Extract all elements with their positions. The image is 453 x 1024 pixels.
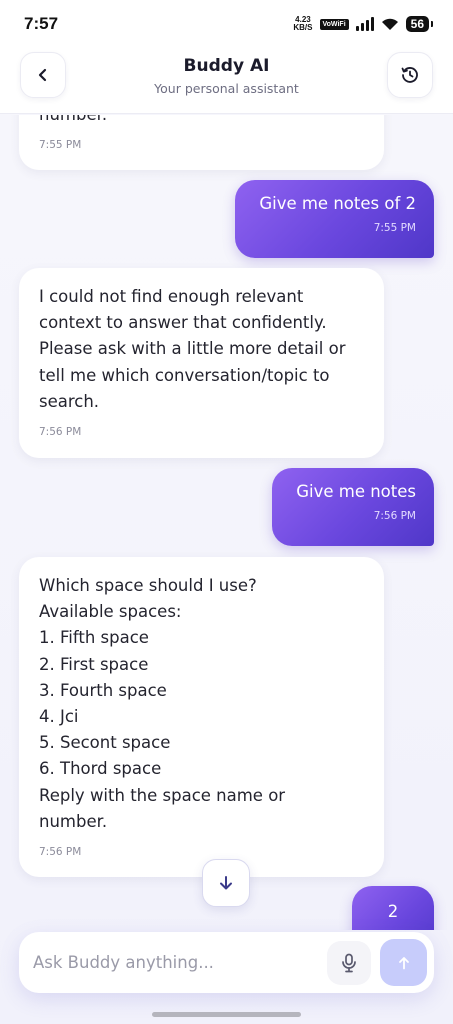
- message-time: 7:55 PM: [39, 139, 82, 152]
- message-text-line: Give me notes of 2: [259, 194, 416, 213]
- message-text-line: 2. First space: [39, 654, 149, 674]
- history-button[interactable]: [387, 52, 433, 98]
- message-text-line: number.: [39, 115, 364, 128]
- assistant-message: Which space should I use? Available spac…: [19, 557, 384, 877]
- message-text-line: I could not find enough relevant: [39, 287, 304, 306]
- battery-icon: 56: [405, 16, 434, 32]
- message-text-line: 2: [387, 902, 399, 921]
- message-text-line: Please ask with a little more detail or: [39, 339, 346, 359]
- message-text-line: Which space should I use?: [39, 576, 257, 595]
- page-title: Buddy AI: [183, 56, 270, 76]
- message-text-line: 5. Secont space: [39, 733, 171, 753]
- message-list[interactable]: number. 7:55 PM Give me notes of 2 7:55 …: [0, 115, 453, 930]
- message-text-line: Give me notes: [296, 482, 416, 501]
- network-speed-unit: KB/S: [293, 23, 313, 32]
- assistant-message: number. 7:55 PM: [19, 115, 384, 170]
- message-text-line: Available spaces:: [39, 602, 182, 622]
- assistant-message: I could not find enough relevant context…: [19, 268, 384, 458]
- message-text-line: tell me which conversation/topic to: [39, 365, 330, 385]
- message-composer: [19, 932, 434, 993]
- message-text-line: 3. Fourth space: [39, 680, 167, 700]
- home-indicator[interactable]: [152, 1012, 301, 1017]
- wifi-icon: [381, 18, 398, 30]
- status-time: 7:57: [24, 14, 59, 33]
- microphone-icon: [342, 953, 356, 973]
- message-text-line: 6. Thord space: [39, 759, 162, 779]
- message-time: 7:55 PM: [373, 222, 416, 234]
- message-text-line: 1. Fifth space: [39, 628, 149, 648]
- cellular-signal-icon: [355, 17, 374, 31]
- network-speed: 4.23 KB/S: [293, 16, 312, 32]
- vowifi-badge: VoWiFi: [319, 18, 349, 30]
- message-text-line: search.: [39, 391, 100, 411]
- message-time: 7:56 PM: [39, 426, 82, 439]
- history-clock-icon: [401, 67, 418, 83]
- message-text-line: Reply with the space name or: [39, 785, 286, 805]
- status-icons: 4.23 KB/S VoWiFi 56: [293, 16, 434, 32]
- user-message: 2: [352, 886, 434, 930]
- voice-input-button[interactable]: [327, 941, 371, 985]
- page-subtitle: Your personal assistant: [154, 81, 299, 96]
- message-text-line: context to answer that confidently.: [39, 313, 327, 333]
- status-bar: 7:57 4.23 KB/S VoWiFi 56: [0, 0, 453, 48]
- chat-header: Buddy AI Your personal assistant: [0, 48, 453, 114]
- arrow-down-icon: [220, 876, 232, 890]
- scroll-to-bottom-button[interactable]: [202, 859, 250, 907]
- send-button[interactable]: [380, 939, 427, 986]
- message-text-line: 4. Jci: [39, 707, 79, 727]
- user-message: Give me notes of 2 7:55 PM: [235, 180, 434, 258]
- message-time: 7:56 PM: [373, 510, 416, 522]
- message-text-line: number.: [39, 811, 108, 831]
- message-input[interactable]: [33, 953, 323, 972]
- user-message: Give me notes 7:56 PM: [272, 468, 434, 546]
- arrow-up-icon: [398, 956, 409, 969]
- message-time: 7:56 PM: [39, 846, 82, 859]
